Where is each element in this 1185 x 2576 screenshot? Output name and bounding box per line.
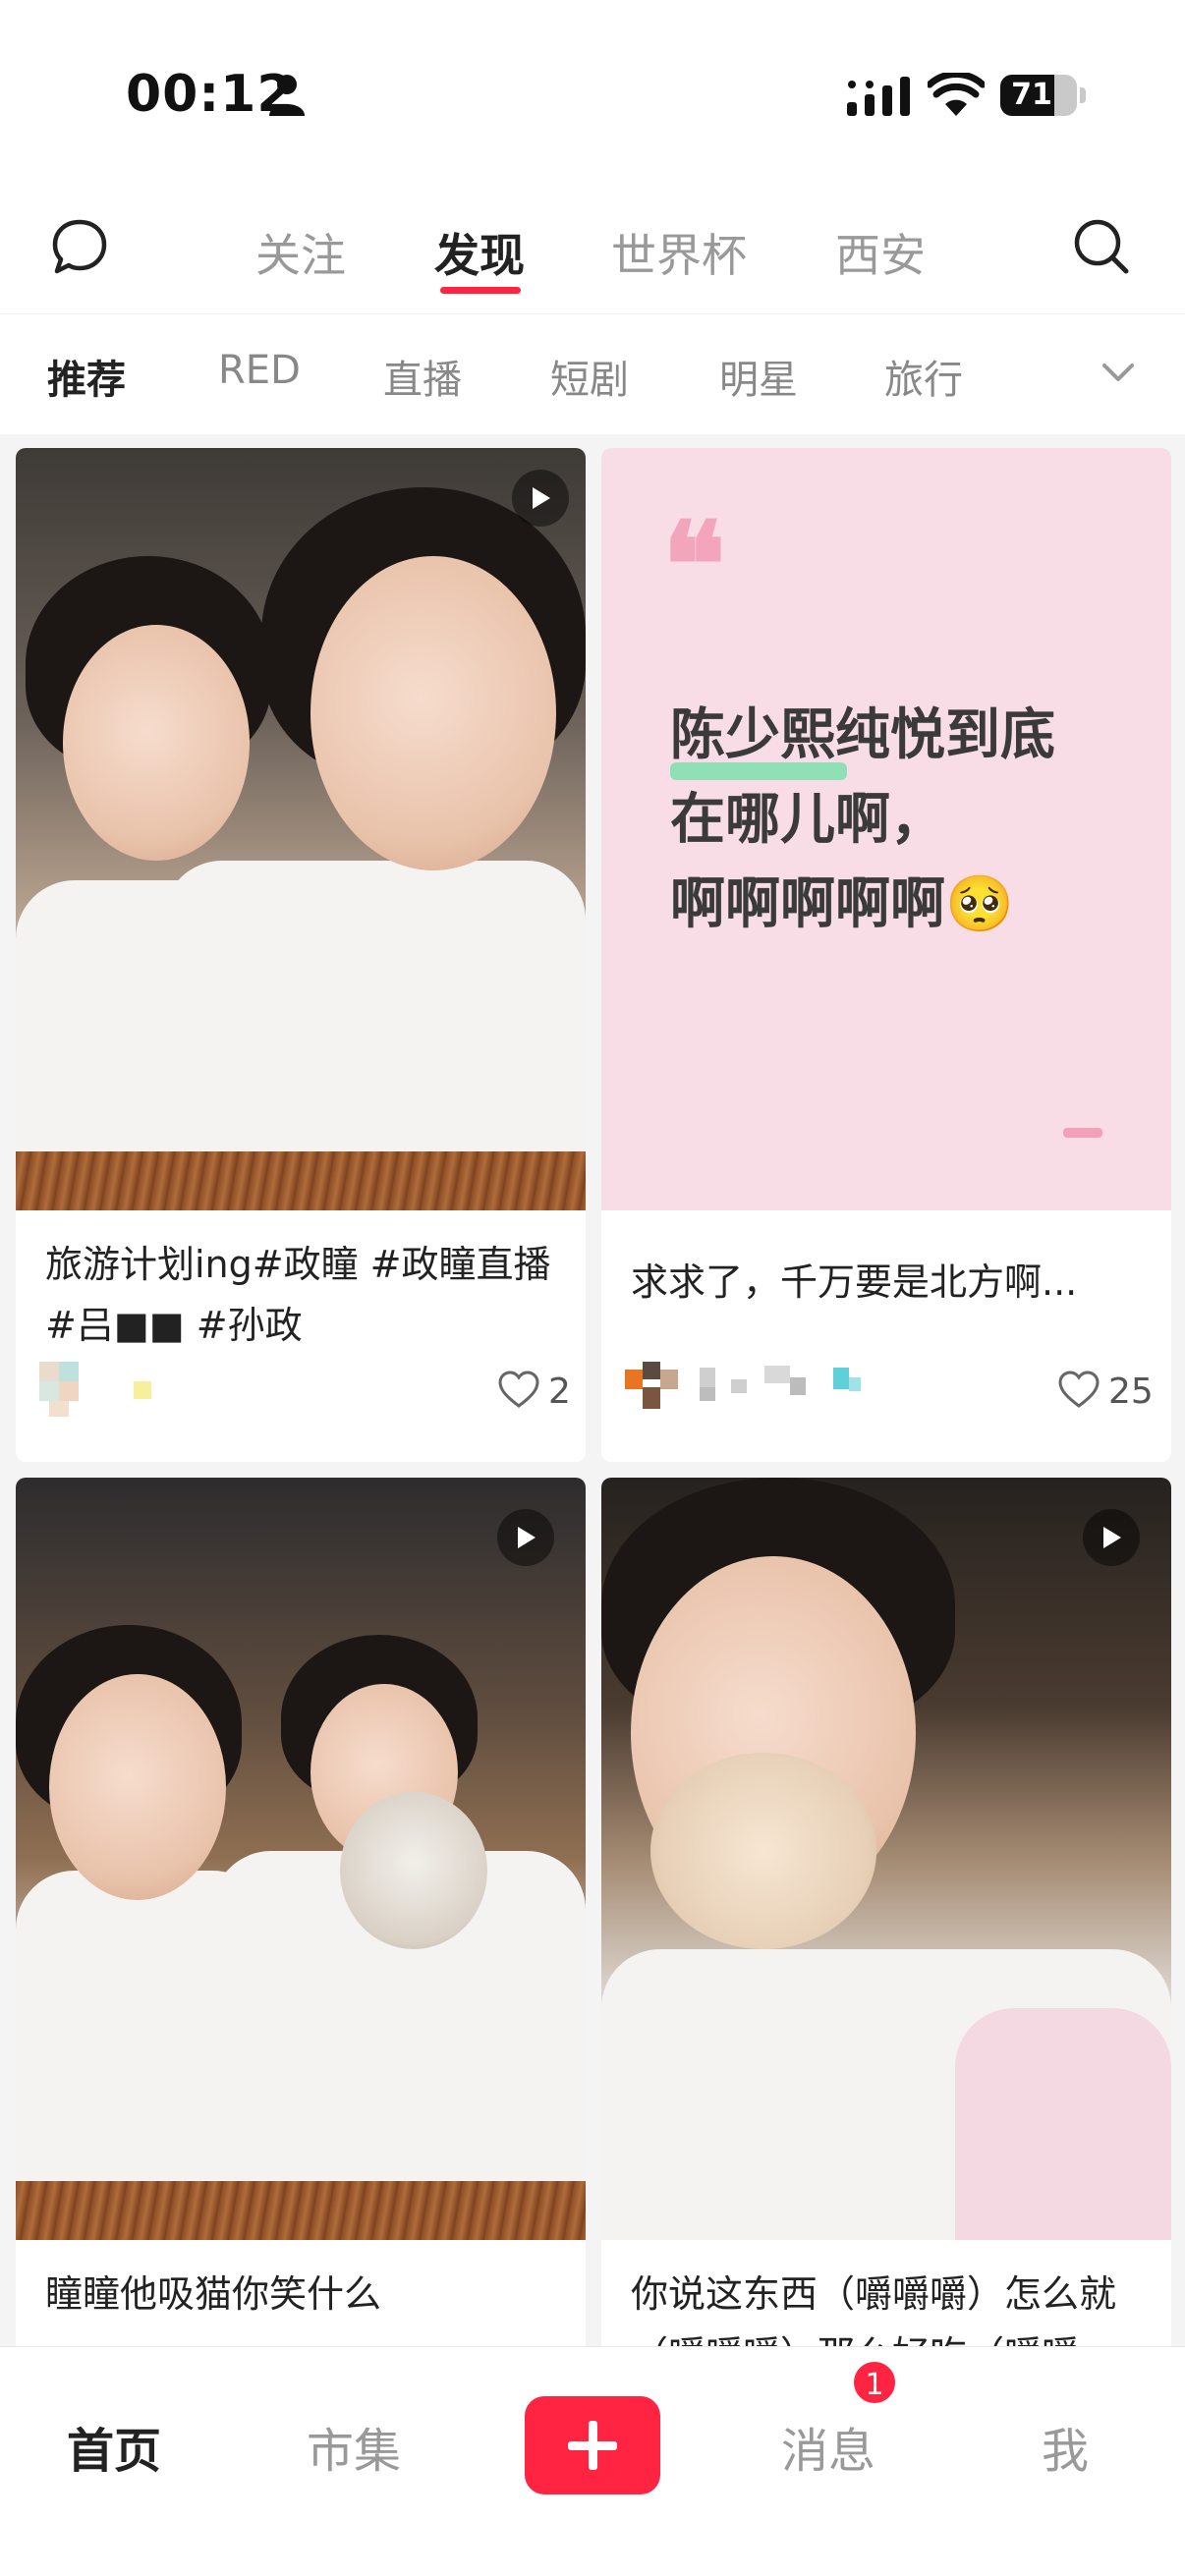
heart-icon[interactable] (1057, 1370, 1100, 1409)
play-icon (1083, 1509, 1140, 1566)
chat-icon[interactable] (49, 216, 110, 277)
channel-bar: 推荐 RED 直播 短剧 明星 旅行 (0, 314, 1185, 434)
feed-card-2[interactable]: ❝ 陈少熙纯悦到底 在哪儿啊， 啊啊啊啊啊🥺 求求了，千万要是北方啊... 25 (601, 448, 1171, 1462)
card-title[interactable]: 求求了，千万要是北方啊... (631, 1252, 1147, 1313)
like-count: 25 (1108, 1372, 1154, 1412)
person-icon (269, 75, 305, 116)
quote-line-3: 啊啊啊啊啊🥺 (670, 872, 1014, 936)
tab-follow[interactable]: 关注 (255, 220, 346, 285)
video-thumbnail[interactable] (16, 448, 586, 1210)
play-icon (512, 470, 569, 527)
feed-card-4[interactable]: 你说这东西（嚼嚼嚼）怎么就（嚼嚼嚼）那么好吃（嚼嚼 (601, 1478, 1171, 2362)
channel-stars[interactable]: 明星 (719, 348, 798, 405)
card-footer: 2 (39, 1362, 571, 1421)
channel-live[interactable]: 直播 (383, 348, 462, 405)
tab-discover[interactable]: 发现 (434, 220, 525, 285)
video-thumbnail[interactable] (601, 1478, 1171, 2240)
heart-icon[interactable] (497, 1370, 540, 1409)
tab-world-cup[interactable]: 世界杯 (611, 220, 747, 285)
feed-card-3[interactable]: 瞳瞳他吸猫你笑什么 (16, 1478, 586, 2362)
quote-line-2: 在哪儿啊， (670, 788, 945, 852)
status-bar: 00:12 71 (0, 0, 1185, 187)
bottom-nav: 首页 市集 消息 1 我 (0, 2346, 1185, 2576)
channel-recommend[interactable]: 推荐 (47, 348, 126, 405)
quote-cover[interactable]: ❝ 陈少熙纯悦到底 在哪儿啊， 啊啊啊啊啊🥺 (601, 448, 1171, 1210)
top-nav: 关注 发现 世界杯 西安 (0, 187, 1185, 314)
channel-travel[interactable]: 旅行 (884, 348, 963, 405)
card-title[interactable]: 瞳瞳他吸猫你笑什么 (45, 2264, 561, 2324)
battery-level: 71 (1011, 78, 1052, 112)
battery-cap (1080, 87, 1086, 103)
tab-market[interactable]: 市集 (307, 2412, 401, 2481)
message-badge: 1 (851, 2359, 898, 2406)
search-icon[interactable] (1071, 216, 1132, 277)
quote-line-1: 陈少熙纯悦到底 (670, 703, 1055, 767)
decor-dash (1063, 1128, 1102, 1138)
video-thumbnail[interactable] (16, 1478, 586, 2240)
quote-icon: ❝ (662, 496, 726, 635)
author-avatar[interactable] (625, 1362, 949, 1421)
card-footer: 25 (625, 1362, 1156, 1421)
tab-messages[interactable]: 消息 (781, 2412, 875, 2481)
tab-me[interactable]: 我 (1042, 2412, 1089, 2481)
battery-indicator: 71 (1000, 75, 1077, 116)
create-post-button[interactable] (525, 2396, 660, 2494)
app-screen: 00:12 71 关注 发现 世界杯 西安 推荐 RED 直播 短剧 明星 旅行… (0, 0, 1185, 2576)
wifi-icon (928, 73, 985, 116)
card-title[interactable]: 旅游计划ing#政瞳 #政瞳直播 #吕■■ #孙政 (45, 1234, 561, 1356)
tab-home[interactable]: 首页 (67, 2412, 161, 2481)
play-icon (497, 1509, 554, 1566)
channel-short-drama[interactable]: 短剧 (550, 348, 629, 405)
channel-red[interactable]: RED (218, 348, 301, 393)
chevron-down-icon[interactable] (1099, 358, 1138, 387)
active-tab-underline (440, 287, 521, 294)
tab-xian[interactable]: 西安 (835, 220, 926, 285)
like-count: 2 (548, 1372, 571, 1412)
feed-card-1[interactable]: 旅游计划ing#政瞳 #政瞳直播 #吕■■ #孙政 2 (16, 448, 586, 1462)
author-avatar[interactable] (39, 1362, 157, 1421)
signal-icon (847, 77, 910, 116)
